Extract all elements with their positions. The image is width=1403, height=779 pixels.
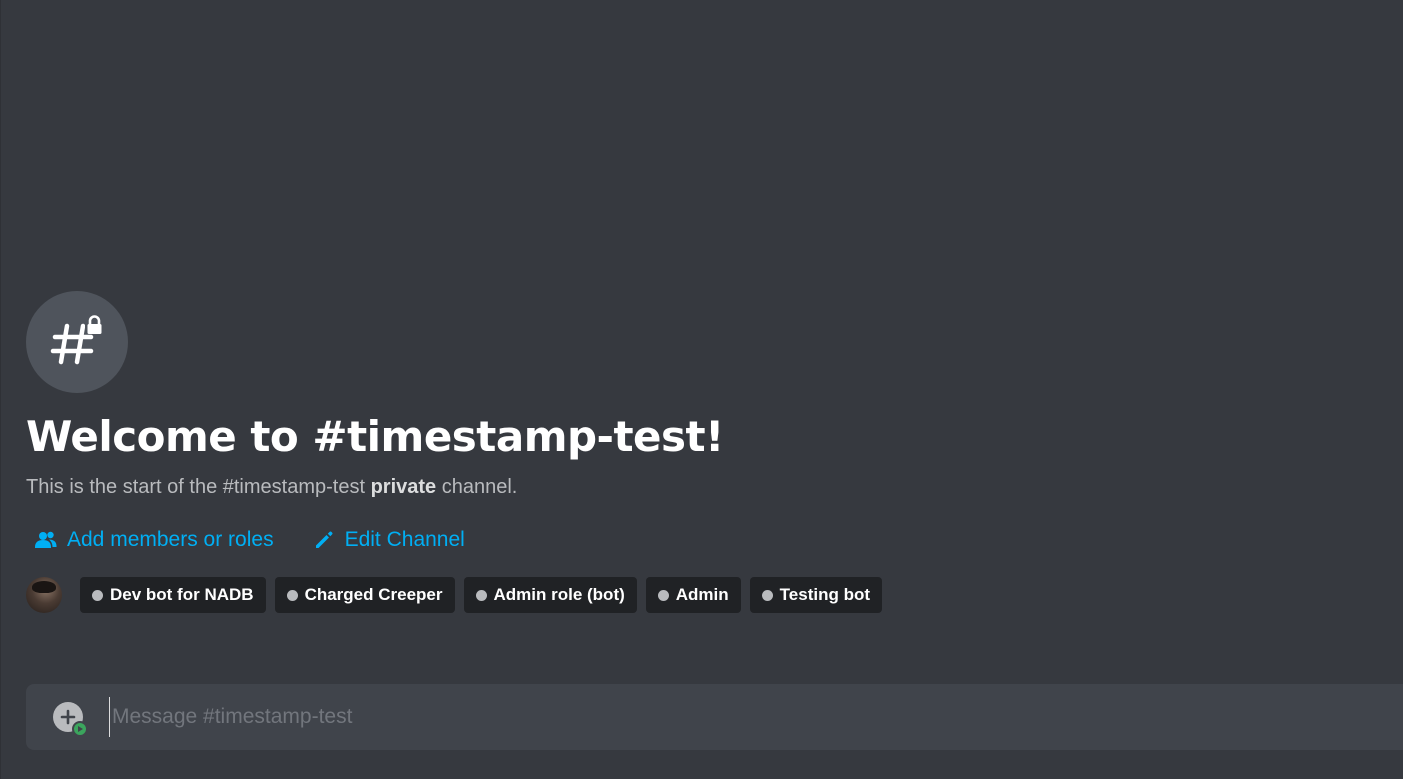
role-chip-label: Admin: [675, 585, 729, 604]
role-chip[interactable]: Admin role (bot): [463, 577, 637, 613]
role-chip[interactable]: Dev bot for NADB: [80, 577, 266, 613]
message-input[interactable]: [109, 697, 1403, 737]
role-chip[interactable]: Charged Creeper: [274, 577, 455, 613]
pencil-icon: [312, 528, 336, 552]
role-dot-icon: [286, 589, 298, 601]
edit-channel-label: Edit Channel: [344, 528, 465, 551]
role-chip-label: Charged Creeper: [304, 585, 443, 604]
channel-icon: [26, 291, 128, 393]
role-dot-icon: [761, 589, 773, 601]
edit-channel-button[interactable]: Edit Channel: [304, 528, 465, 552]
hashtag-lock-icon: [50, 315, 105, 365]
channel-members: Dev bot for NADB Charged Creeper Admin r…: [26, 577, 1403, 613]
add-members-button[interactable]: Add members or roles: [26, 528, 274, 552]
role-dot-icon: [92, 589, 103, 601]
chat-area: Welcome to #timestamp-test! This is the …: [0, 0, 1403, 779]
user-avatar[interactable]: [26, 577, 62, 613]
attach-button[interactable]: [53, 702, 88, 737]
role-chip[interactable]: Testing bot: [749, 577, 882, 613]
role-chip-label: Dev bot for NADB: [110, 585, 254, 604]
role-dot-icon: [657, 589, 669, 601]
description-private: private: [370, 476, 437, 498]
role-chip[interactable]: Admin: [645, 577, 741, 613]
role-chip-label: Testing bot: [779, 585, 870, 604]
role-chip-label: Admin role (bot): [493, 585, 625, 604]
channel-actions: Add members or roles Edit Channel: [26, 525, 1403, 555]
role-dot-icon: [475, 589, 487, 601]
channel-welcome: Welcome to #timestamp-test! This is the …: [26, 291, 1403, 613]
message-composer: [26, 684, 1403, 750]
channel-description: This is the start of the #timestamp-test…: [26, 475, 1403, 499]
description-suffix: channel.: [436, 476, 518, 498]
welcome-title: Welcome to #timestamp-test!: [26, 412, 724, 461]
add-members-label: Add members or roles: [67, 528, 274, 551]
members-icon: [34, 528, 58, 552]
play-badge-icon: [72, 721, 88, 737]
description-prefix: This is the start of the #timestamp-test: [26, 476, 371, 498]
